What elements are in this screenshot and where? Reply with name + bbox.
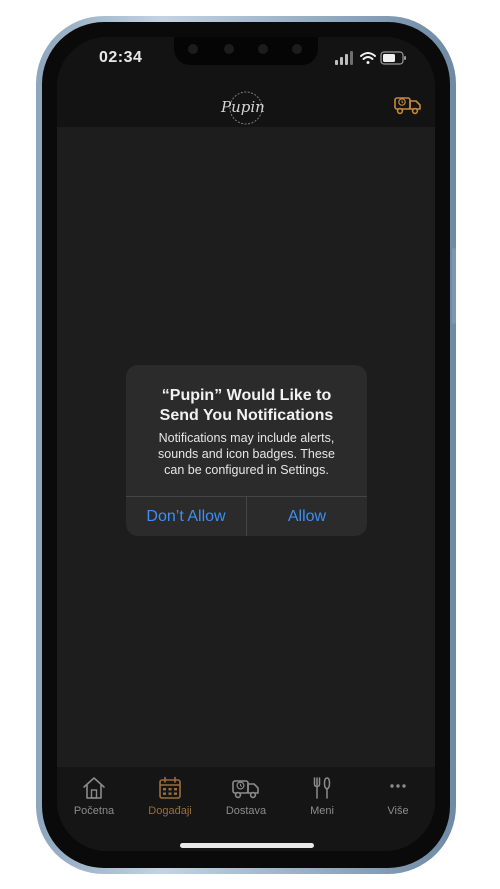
signal-icon [335, 51, 353, 65]
delivery-truck-icon [394, 97, 421, 115]
tab-label: Više [387, 805, 409, 817]
tab-vise[interactable]: Više [360, 775, 435, 831]
fork-knife-icon [313, 777, 331, 799]
status-icons [335, 51, 407, 65]
sensor-icon [224, 44, 234, 54]
notch [174, 37, 318, 65]
notification-permission-alert: “Pupin” Would Like to Send You Notificat… [126, 365, 367, 536]
sensor-icon [258, 44, 268, 54]
calendar-icon [159, 776, 181, 799]
dont-allow-button[interactable]: Don’t Allow [126, 497, 246, 536]
tab-pocetna[interactable]: Početna [57, 775, 132, 831]
allow-button[interactable]: Allow [247, 497, 367, 536]
tab-label: Dostava [225, 805, 267, 817]
alert-message: Notifications may include alerts, sounds… [158, 431, 335, 477]
home-icon [83, 777, 105, 799]
status-time: 02:34 [99, 49, 143, 66]
tab-dogadjaji[interactable]: Događaji [132, 775, 208, 831]
status-bar: 02:34 [57, 37, 435, 89]
alert-title: “Pupin” Would Like to Send You Notificat… [159, 387, 334, 424]
wifi-icon [360, 52, 376, 64]
app-header: Pupin [57, 89, 435, 127]
delivery-button[interactable] [393, 93, 423, 117]
side-button [452, 248, 456, 324]
sensor-icon [292, 44, 302, 54]
more-icon [390, 784, 406, 788]
tab-label: Meni [310, 805, 334, 817]
battery-icon [380, 51, 406, 65]
pupin-logo: Pupin [217, 85, 275, 131]
tab-label: Početna [73, 805, 115, 817]
phone-screen: 02:34 Pupin “Pupin” Would Like to Send Y… [57, 37, 435, 851]
tab-label: Događaji [148, 805, 192, 817]
home-indicator[interactable] [180, 843, 314, 848]
tab-meni[interactable]: Meni [284, 775, 360, 831]
delivery-truck-icon [232, 780, 259, 799]
tab-bar: Početna Događaji Dostava Meni Više [57, 767, 435, 851]
tab-dostava[interactable]: Dostava [208, 775, 284, 831]
logo-text: Pupin [220, 98, 265, 116]
camera-icon [188, 44, 198, 54]
